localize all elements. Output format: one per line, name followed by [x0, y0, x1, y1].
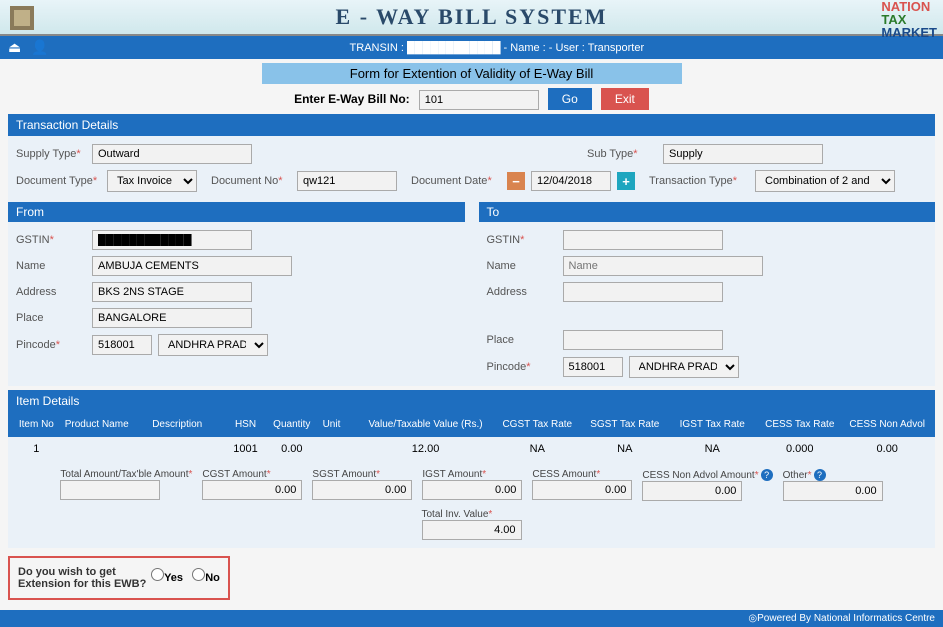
to-place-field[interactable]: [563, 330, 723, 350]
to-address-field[interactable]: [563, 282, 723, 302]
totals-row: Total Amount/Tax'ble Amount* CGST Amount…: [8, 469, 935, 501]
item-row: 110010.0012.00NANANA0.0000.00: [8, 437, 935, 461]
from-header: From: [8, 202, 465, 222]
doc-type-label: Document Type*: [16, 175, 101, 187]
to-gstin-field[interactable]: [563, 230, 723, 250]
doc-no-field[interactable]: [297, 171, 397, 191]
help-icon[interactable]: ?: [814, 469, 826, 481]
ewb-no-label: Enter E-Way Bill No:: [294, 92, 410, 106]
supply-type-label: Supply Type*: [16, 148, 86, 160]
from-pincode-field[interactable]: [92, 335, 152, 355]
from-address-field[interactable]: [92, 282, 252, 302]
emblem-icon: [6, 2, 38, 34]
from-state-select[interactable]: ANDHRA PRAD: [158, 334, 268, 356]
from-gstin-field[interactable]: [92, 230, 252, 250]
user-icon[interactable]: 👤: [31, 39, 48, 56]
from-name-field[interactable]: [92, 256, 292, 276]
doc-type-select[interactable]: Tax Invoice: [107, 170, 197, 192]
help-icon[interactable]: ?: [761, 469, 773, 481]
cess-nonadvol-input[interactable]: [642, 481, 742, 501]
total-taxable-input[interactable]: [60, 480, 160, 500]
doc-no-label: Document No*: [211, 175, 291, 187]
extension-yes-radio[interactable]: [151, 568, 164, 581]
exit-button[interactable]: Exit: [601, 88, 649, 110]
doc-date-label: Document Date*: [411, 175, 501, 187]
extension-no-radio[interactable]: [192, 568, 205, 581]
extension-question-box: Do you wish to get Extension for this EW…: [8, 556, 230, 600]
supply-type-field[interactable]: [92, 144, 252, 164]
cess-amount-input[interactable]: [532, 480, 632, 500]
total-inv-input[interactable]: [422, 520, 522, 540]
sgst-amount-input[interactable]: [312, 480, 412, 500]
to-state-select[interactable]: ANDHRA PRAD: [629, 356, 739, 378]
date-minus-button[interactable]: −: [507, 172, 525, 190]
sub-type-label: Sub Type*: [587, 148, 657, 160]
home-icon[interactable]: ⏏: [8, 39, 21, 56]
app-header: E - WAY BILL SYSTEM NATION TAX MARKET: [0, 0, 943, 36]
page-title: E - WAY BILL SYSTEM: [0, 4, 943, 30]
to-pincode-field[interactable]: [563, 357, 623, 377]
igst-amount-input[interactable]: [422, 480, 522, 500]
item-header: Item Details: [8, 390, 935, 412]
extension-question: Do you wish to get Extension for this EW…: [18, 566, 148, 590]
nation-tax-market-logo: NATION TAX MARKET: [881, 0, 937, 39]
go-button[interactable]: Go: [548, 88, 592, 110]
cgst-amount-input[interactable]: [202, 480, 302, 500]
trans-type-select[interactable]: Combination of 2 and 3: [755, 170, 895, 192]
doc-date-field[interactable]: [531, 171, 611, 191]
transaction-header: Transaction Details: [8, 114, 935, 136]
to-header: To: [479, 202, 936, 222]
info-bar: ⏏ 👤 TRANSIN : ████████████ - Name : - Us…: [0, 36, 943, 59]
search-row: Enter E-Way Bill No: Go Exit: [8, 88, 935, 110]
footer: ◎Powered By National Informatics Centre: [0, 610, 943, 627]
sub-type-field[interactable]: [663, 144, 823, 164]
item-table-header: Item NoProduct NameDescriptionHSNQuantit…: [8, 412, 935, 437]
from-place-field[interactable]: [92, 308, 252, 328]
transin-text: TRANSIN : ████████████ - Name : - User :…: [350, 42, 645, 54]
ewb-no-input[interactable]: [419, 90, 539, 110]
date-plus-button[interactable]: +: [617, 172, 635, 190]
to-name-field[interactable]: [563, 256, 763, 276]
form-title: Form for Extention of Validity of E-Way …: [262, 63, 682, 84]
trans-type-label: Transaction Type*: [649, 175, 749, 187]
other-amount-input[interactable]: [783, 481, 883, 501]
